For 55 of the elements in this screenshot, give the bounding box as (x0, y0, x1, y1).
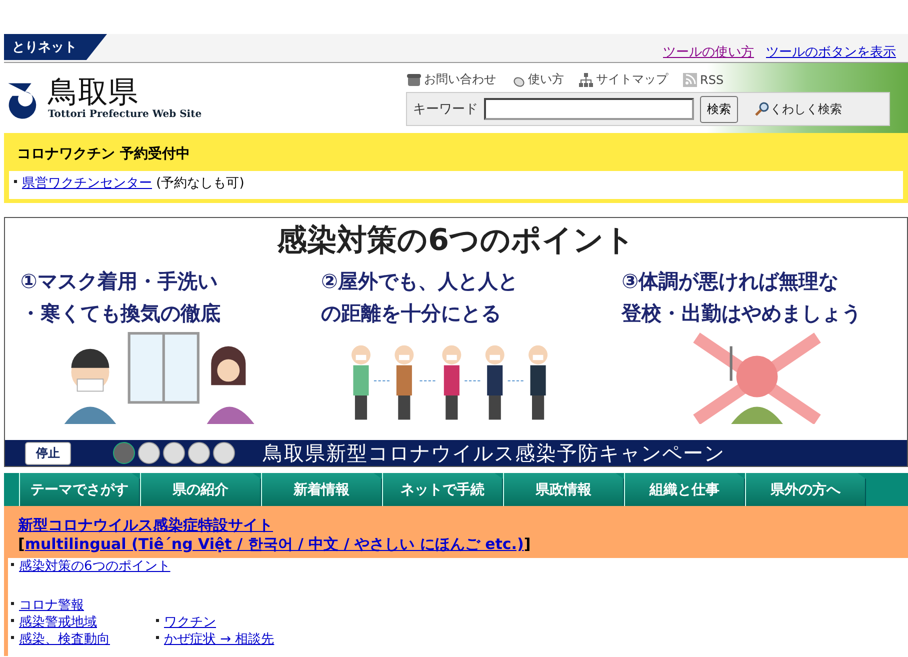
vaccine-center-link[interactable]: 県営ワクチンセンター (22, 176, 152, 191)
slide-indicator[interactable] (188, 442, 210, 464)
nav-tab[interactable]: 新着情報 (261, 473, 382, 506)
search-button[interactable]: 検索 (700, 96, 738, 122)
tool-link[interactable]: ツールのボタンを表示 (766, 43, 896, 61)
multilingual-link[interactable]: multilingual (Tiê´ng Việt / 한국어 / 中文 / やさしい にほんご etc.) (24, 535, 524, 553)
tool-link[interactable]: ツールの使い方 (663, 43, 754, 61)
notice-title: コロナワクチン 予約受付中 (16, 145, 191, 164)
advanced-search-link[interactable]: くわしく検索 (770, 100, 842, 118)
sitemap-icon (578, 72, 594, 88)
utility-link[interactable]: サイトマップ (596, 71, 668, 88)
bullet-icon (11, 563, 14, 566)
slide-indicator[interactable] (138, 442, 160, 464)
utility-link[interactable]: RSS (700, 72, 724, 86)
search-label: キーワード (413, 101, 478, 118)
bracket: [ (18, 535, 25, 553)
banner-caption: 鳥取県新型コロナウイルス感染予防キャンペーン (263, 440, 725, 466)
nav-tab[interactable]: 県外の方へ (745, 473, 866, 506)
stop-button[interactable]: 停止 (25, 442, 71, 464)
slide-indicator[interactable] (163, 442, 185, 464)
search-icon (754, 101, 770, 117)
corona-link[interactable]: かぜ症状 → 相談先 (164, 632, 274, 647)
bullet-icon (14, 180, 17, 184)
nav-tab[interactable]: ネットで手続 (382, 473, 503, 506)
bullet-icon (156, 619, 159, 622)
corona-link[interactable]: 感染、検査動向 (19, 632, 110, 647)
point-text: ①マスク着用・手洗い ・寒くても換気の徹底 (19, 268, 222, 327)
slide-indicator[interactable] (213, 442, 235, 464)
slide-indicator[interactable] (113, 442, 135, 464)
site-badge[interactable]: とりネット (4, 34, 107, 60)
corona-link[interactable]: 感染警戒地域 (19, 615, 97, 630)
nav-tab[interactable]: 県の紹介 (140, 473, 261, 506)
corona-link[interactable]: 感染対策の6つのポイント (19, 559, 170, 574)
utility-link[interactable]: 使い方 (528, 71, 564, 88)
phone-icon (406, 72, 422, 88)
corona-link[interactable]: コロナ警報 (19, 598, 84, 613)
bullet-icon (156, 636, 159, 640)
bullet-icon (11, 619, 14, 622)
search-field[interactable] (484, 98, 694, 120)
corona-link[interactable]: ワクチン (164, 615, 216, 630)
notice-note: (予約なしも可) (156, 176, 244, 191)
point-text: ②屋外でも、人と人と の距離を十分にとる (320, 268, 519, 327)
bullet-icon (11, 636, 14, 640)
logo-subtitle: Tottori Prefecture Web Site (48, 108, 202, 120)
nav-tab[interactable]: テーマでさがす (19, 473, 140, 506)
rss-icon (682, 72, 698, 88)
nav-tab[interactable]: 組織と仕事 (624, 473, 745, 506)
banner-title: 感染対策の6つのポイント (276, 222, 636, 260)
point-text: ③体調が悪ければ無理な 登校・出勤はやめましょう (620, 268, 863, 327)
logo-title: 鳥取県 (48, 76, 138, 108)
nav-tab[interactable]: 県政情報 (503, 473, 624, 506)
bracket: ] (524, 535, 531, 553)
bullet-icon (11, 602, 14, 606)
utility-link[interactable]: お問い合わせ (424, 71, 496, 88)
corona-site-link[interactable]: 新型コロナウイルス感染症特設サイト (18, 516, 273, 534)
